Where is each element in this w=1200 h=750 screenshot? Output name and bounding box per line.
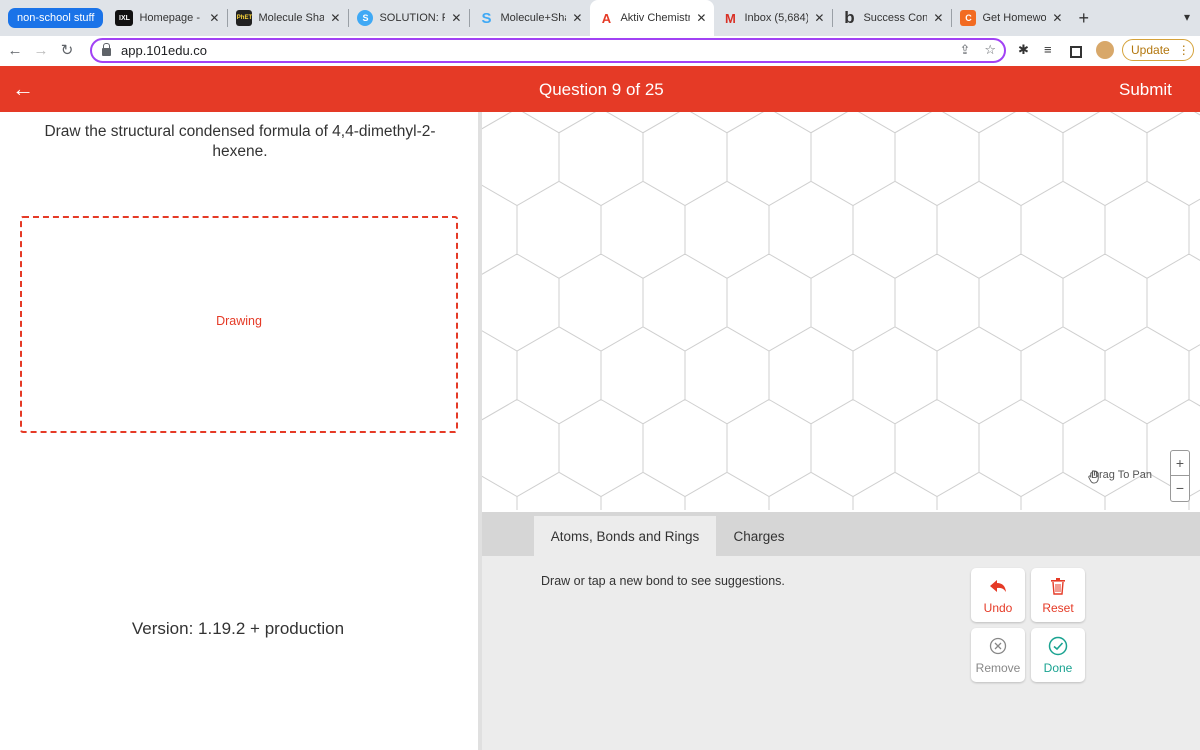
tool-tabs-bar: Atoms, Bonds and Rings Charges <box>482 512 1200 556</box>
url-text: app.101edu.co <box>121 43 208 58</box>
address-bar[interactable]: app.101edu.co ⇪ ☆ <box>90 38 1006 63</box>
zoom-in-button[interactable]: + <box>1171 451 1189 476</box>
brainly-favicon-icon: b <box>844 8 855 27</box>
profile-avatar[interactable] <box>1096 41 1114 59</box>
zoom-control: + − <box>1170 450 1190 502</box>
tool-panel: Draw or tap a new bond to see suggestion… <box>482 556 1200 750</box>
submit-button[interactable]: Submit <box>1119 80 1172 100</box>
close-tab-icon[interactable]: ✕ <box>572 11 582 25</box>
close-tab-icon[interactable]: ✕ <box>330 11 340 25</box>
phet-favicon-icon: PhET <box>236 10 253 26</box>
version-env: production <box>264 619 345 638</box>
trash-icon <box>1050 575 1066 597</box>
remove-label: Remove <box>975 661 1021 675</box>
browser-toolbar: ← → ↻ app.101edu.co ⇪ ☆ ✱ ≡ <box>0 36 1200 64</box>
remove-circle-x-icon <box>989 635 1007 657</box>
done-label: Done <box>1043 661 1073 675</box>
question-counter: Question 9 of 25 <box>539 80 664 99</box>
share-icon[interactable]: ⇪ <box>959 42 970 58</box>
close-tab-icon[interactable]: ✕ <box>933 11 943 25</box>
hexagon-grid-lines <box>482 112 1200 510</box>
gmail-favicon-icon: M <box>725 10 736 26</box>
ixl-favicon-icon: IXL <box>115 10 134 26</box>
reload-icon[interactable]: ↻ <box>56 41 78 59</box>
browser-tab-strip: non-school stuff IXL Homepage - S ✕ PhET… <box>0 0 1200 36</box>
question-text: Draw the structural condensed formula of… <box>44 123 436 160</box>
tab-title: SOLUTION: Pd <box>379 12 445 24</box>
remove-button[interactable]: Remove <box>971 628 1025 682</box>
hexagon-grid <box>482 112 1200 510</box>
close-tab-icon[interactable]: ✕ <box>209 11 219 25</box>
tab-search-chevron-icon[interactable]: ▾ <box>1184 10 1190 24</box>
forward-arrow-icon[interactable]: → <box>30 42 52 59</box>
new-tab-icon[interactable]: + <box>1078 8 1089 29</box>
reading-list-icon[interactable]: ≡ <box>1044 42 1052 57</box>
tab-title: Get Homework <box>982 12 1047 24</box>
more-menu-icon[interactable]: ⋮ <box>1178 43 1190 57</box>
browser-tab[interactable]: IXL Homepage - S ✕ <box>107 0 227 36</box>
app-header: ← Question 9 of 25 Submit <box>0 66 1200 112</box>
checkmark-circle-icon <box>1048 635 1068 657</box>
undo-label: Undo <box>983 601 1013 615</box>
reset-label: Reset <box>1042 601 1074 615</box>
tab-charges[interactable]: Charges <box>720 516 798 556</box>
lock-icon <box>102 43 111 56</box>
bookmark-star-icon[interactable]: ☆ <box>984 42 996 58</box>
undo-button[interactable]: Undo <box>971 568 1025 622</box>
version-info: Version: 1.19.2 + production <box>0 619 476 639</box>
tab-group-chip[interactable]: non-school stuff <box>8 8 104 28</box>
browser-tab-active[interactable]: A Aktiv Chemistr ✕ <box>590 0 715 36</box>
drawing-canvas[interactable]: Drag To Pan <box>482 112 1200 510</box>
close-tab-icon[interactable]: ✕ <box>451 11 461 25</box>
close-tab-icon[interactable]: ✕ <box>1052 11 1062 25</box>
close-tab-icon[interactable]: ✕ <box>696 11 706 25</box>
reset-button[interactable]: Reset <box>1031 568 1085 622</box>
undo-arrow-icon <box>988 575 1008 597</box>
tab-title: Aktiv Chemistr <box>620 12 691 24</box>
drag-to-pan-hint: Drag To Pan <box>1087 469 1152 484</box>
suggestion-hint: Draw or tap a new bond to see suggestion… <box>541 574 785 588</box>
browser-tab[interactable]: C Get Homework ✕ <box>952 0 1070 36</box>
tab-title: Homepage - S <box>139 12 204 24</box>
browser-tab[interactable]: M Inbox (5,684) ✕ <box>714 0 832 36</box>
tab-title: Molecule+Sha <box>500 12 567 24</box>
update-button[interactable]: Update ⋮ <box>1122 39 1194 61</box>
browser-tab[interactable]: S SOLUTION: Pd ✕ <box>349 0 469 36</box>
done-button[interactable]: Done <box>1031 628 1085 682</box>
drawing-label: Drawing <box>216 314 262 328</box>
back-arrow-icon[interactable]: ← <box>4 42 26 59</box>
update-label: Update <box>1131 43 1170 57</box>
zoom-out-button[interactable]: − <box>1171 476 1189 501</box>
browser-tab[interactable]: b Success Confi ✕ <box>833 0 951 36</box>
side-panel-icon[interactable] <box>1070 46 1082 58</box>
tab-title: Inbox (5,684) <box>744 12 809 24</box>
tab-title: Success Confi <box>863 12 928 24</box>
browser-tab[interactable]: PhET Molecule Shap ✕ <box>228 0 348 36</box>
extensions-puzzle-icon[interactable]: ✱ <box>1018 42 1029 58</box>
aktiv-favicon-icon: A <box>601 10 612 26</box>
chegg-favicon-icon: C <box>960 10 977 26</box>
drawing-answer-box[interactable]: Drawing <box>20 216 458 433</box>
studypool-favicon-icon: S <box>481 9 492 27</box>
studypool-favicon-icon: S <box>357 10 374 26</box>
question-panel: Draw the structural condensed formula of… <box>0 112 480 750</box>
tab-atoms-bonds-rings[interactable]: Atoms, Bonds and Rings <box>534 516 716 556</box>
version-label: Version: 1.19.2 + <box>131 619 260 638</box>
browser-tab[interactable]: S Molecule+Sha ✕ <box>470 0 590 36</box>
tab-title: Molecule Shap <box>258 12 325 24</box>
back-arrow-icon[interactable]: ← <box>12 76 34 102</box>
close-tab-icon[interactable]: ✕ <box>814 11 824 25</box>
